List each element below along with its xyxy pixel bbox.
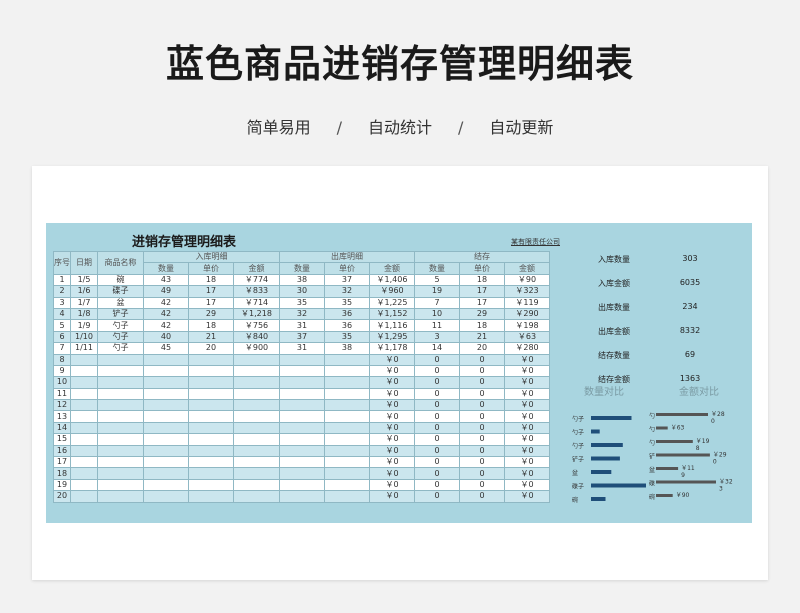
amt-bar-label: 勺 — [649, 426, 655, 434]
qty-bar — [591, 456, 620, 461]
amt-data-label: ￥19 — [696, 438, 710, 445]
amt-bar-label: 盆 — [649, 466, 655, 474]
spreadsheet: 进销存管理明细表 某有限责任公司 序号 日期 商品名称 入库明细 出库明细 结存 数量 单价金… — [46, 223, 752, 523]
amt-data-label: ￥63 — [671, 425, 685, 432]
comparison-charts: 勺子勺子勺子铲子盆碟子碗勺 ￥280勺 ￥63勺 ￥198铲 ￥290盆 ￥119碟 ￥32… — [572, 411, 733, 504]
subtitle-separator: / — [458, 118, 464, 137]
qty-bar — [591, 416, 632, 420]
subtitle-item-1: 简单易用 — [246, 118, 311, 137]
amt-bar-label: 碗 — [649, 493, 655, 501]
amt-bar — [656, 413, 708, 416]
qty-bar — [591, 470, 612, 474]
amt-bar — [656, 480, 716, 484]
qty-bar — [591, 443, 623, 447]
amt-data-label: 3 — [719, 486, 723, 493]
qty-bar-label: 勺子 — [572, 442, 584, 450]
subtitle-item-3: 自动更新 — [489, 118, 554, 137]
amt-data-label: 8 — [696, 445, 700, 452]
qty-bar-label: 勺子 — [572, 429, 584, 437]
amt-data-label: ￥32 — [719, 479, 733, 486]
amt-bar-label: 铲 — [649, 453, 655, 461]
amt-bar-label: 碟 — [649, 480, 655, 488]
qty-bar-label: 勺子 — [572, 415, 584, 423]
amt-data-label: 0 — [711, 418, 715, 425]
subtitle-separator: / — [336, 118, 342, 137]
amt-bar — [656, 494, 673, 497]
amt-bar-label: 勺 — [649, 439, 655, 447]
hero-title: 蓝色商品进销存管理明细表 — [165, 42, 634, 86]
qty-bar — [591, 483, 646, 488]
amt-bar — [656, 426, 668, 430]
qty-bar-label: 铲子 — [572, 456, 584, 464]
qty-bar — [591, 429, 600, 434]
amt-data-label: 0 — [713, 459, 717, 466]
amt-data-label: ￥29 — [713, 452, 727, 459]
qty-bar — [591, 497, 606, 501]
amt-data-label: ￥90 — [676, 492, 690, 499]
amt-data-label: ￥28 — [711, 411, 725, 418]
amt-data-label: ￥11 — [681, 465, 695, 472]
qty-bar-label: 碟子 — [572, 483, 584, 491]
amt-bar — [656, 453, 710, 457]
amt-bar — [656, 467, 679, 470]
amt-bar-label: 勺 — [649, 412, 655, 420]
qty-bar-label: 碗 — [572, 496, 578, 504]
amt-data-label: 9 — [681, 472, 685, 479]
qty-bar-label: 盆 — [572, 469, 578, 477]
subtitle-item-2: 自动统计 — [367, 118, 432, 137]
amt-bar — [656, 440, 693, 443]
subtitle: 简单易用 / 自动统计 / 自动更新 — [0, 114, 800, 138]
